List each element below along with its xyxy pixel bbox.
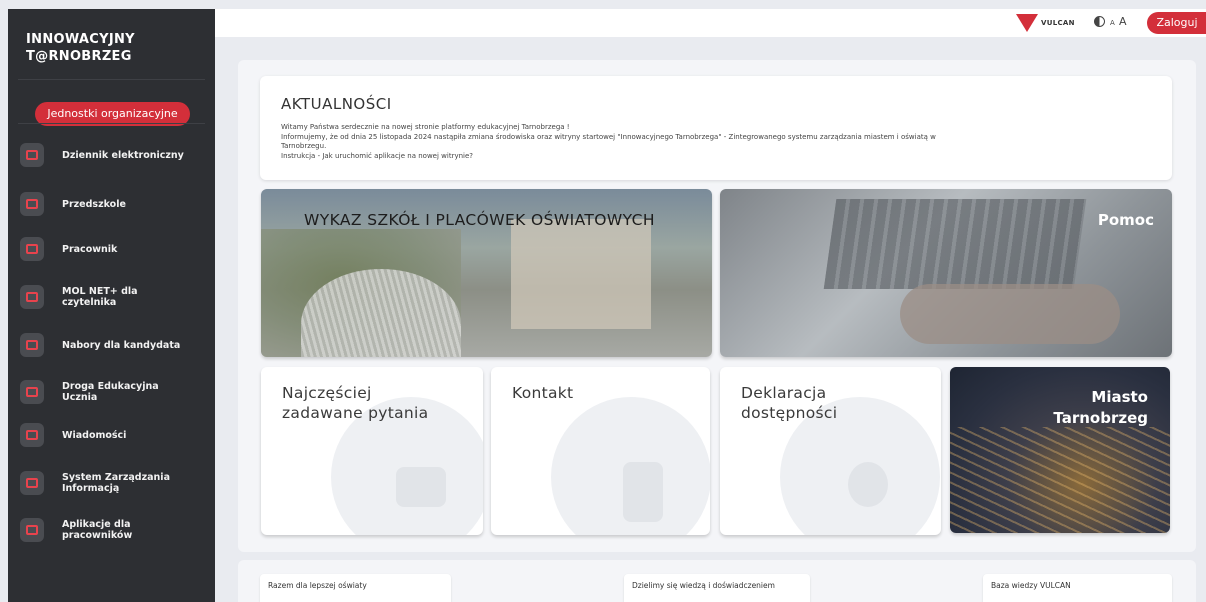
sidebar-item-label: Nabory dla kandydata xyxy=(62,339,181,351)
tile-title: Pomoc xyxy=(1097,211,1154,229)
books-icon xyxy=(20,285,44,309)
sidebar-item-label: Pracownik xyxy=(62,243,118,255)
tile-contact[interactable]: Kontakt xyxy=(491,367,710,535)
tile-title: WYKAZ SZKÓŁ I PLACÓWEK OŚWIATOWYCH xyxy=(304,211,655,229)
sidebar-item-label: MOL NET+ dla czytelnika xyxy=(62,286,138,308)
news-line: Tarnobrzegu. xyxy=(281,142,327,150)
tile-title: Deklaracja dostępności xyxy=(741,384,838,422)
news-line: Witamy Państwa serdecznie na nowej stron… xyxy=(281,123,570,131)
card-better-education[interactable]: Razem dla lepszej oświaty xyxy=(260,574,451,602)
tile-city[interactable]: Miasto Tarnobrzeg xyxy=(950,367,1170,533)
tile-title: Najczęściej zadawane pytania xyxy=(282,384,429,422)
sidebar-item-label: Droga Edukacyjna Ucznia xyxy=(62,381,159,403)
sidebar-item-system-zarzadzania[interactable]: System Zarządzania Informacją xyxy=(20,465,210,501)
top-bar: VULCAN A A Zaloguj xyxy=(215,9,1206,37)
sidebar: INNOWACYJNY T@RNOBRZEG Jednostki organiz… xyxy=(8,9,215,602)
card-title: Baza wiedzy VULCAN xyxy=(991,581,1071,590)
sidebar-item-nabory[interactable]: Nabory dla kandydata xyxy=(20,327,210,363)
font-decrease-button[interactable]: A xyxy=(1110,19,1115,27)
sidebar-item-label: System Zarządzania Informacją xyxy=(62,472,170,494)
location-pin-icon xyxy=(848,462,888,507)
tile-title: Miasto Tarnobrzeg xyxy=(1053,388,1148,427)
tile-accessibility-declaration[interactable]: Deklaracja dostępności xyxy=(720,367,941,535)
brand-line-2: T@RNOBRZEG xyxy=(26,49,132,64)
card-knowledge-sharing[interactable]: Dzielimy się wiedzą i doświadczeniem xyxy=(624,574,810,602)
news-instruction-link[interactable]: Instrukcja - Jak uruchomić aplikacje na … xyxy=(281,152,1151,162)
sidebar-item-przedszkole[interactable]: Przedszkole xyxy=(20,186,210,222)
tile-title: Kontakt xyxy=(512,384,574,402)
brand-line-1: INNOWACYJNY xyxy=(26,32,135,47)
contrast-icon[interactable] xyxy=(1094,16,1105,27)
building-icon xyxy=(20,471,44,495)
vulcan-label: VULCAN xyxy=(1041,19,1075,27)
journal-icon xyxy=(20,143,44,167)
sidebar-item-droga-edukacyjna[interactable]: Droga Edukacyjna Ucznia xyxy=(20,374,210,410)
vulcan-shield-icon xyxy=(1016,14,1038,32)
megaphone-icon xyxy=(20,423,44,447)
people-icon xyxy=(623,462,663,522)
sidebar-item-pracownik[interactable]: Pracownik xyxy=(20,231,210,267)
slide-icon xyxy=(20,192,44,216)
briefcase-icon xyxy=(20,237,44,261)
sidebar-divider xyxy=(18,79,205,80)
news-line: Informujemy, że od dnia 25 listopada 202… xyxy=(281,132,936,141)
sidebar-item-label: Wiadomości xyxy=(62,429,127,441)
vulcan-logo[interactable]: VULCAN xyxy=(1016,12,1075,34)
sidebar-item-wiadomosci[interactable]: Wiadomości xyxy=(20,417,210,453)
news-text: Witamy Państwa serdecznie na nowej stron… xyxy=(281,123,1151,161)
sidebar-divider xyxy=(18,123,205,124)
sidebar-item-mol-net[interactable]: MOL NET+ dla czytelnika xyxy=(20,279,210,315)
hand-photo xyxy=(900,284,1120,344)
building-photo xyxy=(511,219,651,329)
city-night-photo xyxy=(950,427,1170,533)
grid-icon xyxy=(20,518,44,542)
card-title: Dzielimy się wiedzą i doświadczeniem xyxy=(632,581,775,590)
tile-faq[interactable]: Najczęściej zadawane pytania xyxy=(261,367,483,535)
tile-schools-list[interactable]: WYKAZ SZKÓŁ I PLACÓWEK OŚWIATOWYCH xyxy=(261,189,712,357)
font-increase-button[interactable]: A xyxy=(1119,15,1127,28)
news-panel: AKTUALNOŚCI Witamy Państwa serdecznie na… xyxy=(260,76,1172,180)
laptop-photo xyxy=(823,199,1087,289)
sidebar-item-aplikacje[interactable]: Aplikacje dla pracowników xyxy=(20,512,210,548)
login-button[interactable]: Zaloguj xyxy=(1147,12,1206,34)
trophy-icon xyxy=(20,333,44,357)
sidebar-item-label: Dziennik elektroniczny xyxy=(62,149,184,161)
news-title: AKTUALNOŚCI xyxy=(281,95,392,113)
brand-logo[interactable]: INNOWACYJNY T@RNOBRZEG xyxy=(26,31,135,65)
sidebar-item-label: Aplikacje dla pracowników xyxy=(62,519,133,541)
sidebar-item-label: Przedszkole xyxy=(62,198,126,210)
sidebar-item-dziennik[interactable]: Dziennik elektroniczny xyxy=(20,137,210,173)
card-vulcan-knowledge-base[interactable]: Baza wiedzy VULCAN xyxy=(983,574,1172,602)
card-title: Razem dla lepszej oświaty xyxy=(268,581,367,590)
chat-bubble-icon xyxy=(396,467,446,507)
tile-help[interactable]: Pomoc xyxy=(720,189,1172,357)
path-icon xyxy=(20,380,44,404)
